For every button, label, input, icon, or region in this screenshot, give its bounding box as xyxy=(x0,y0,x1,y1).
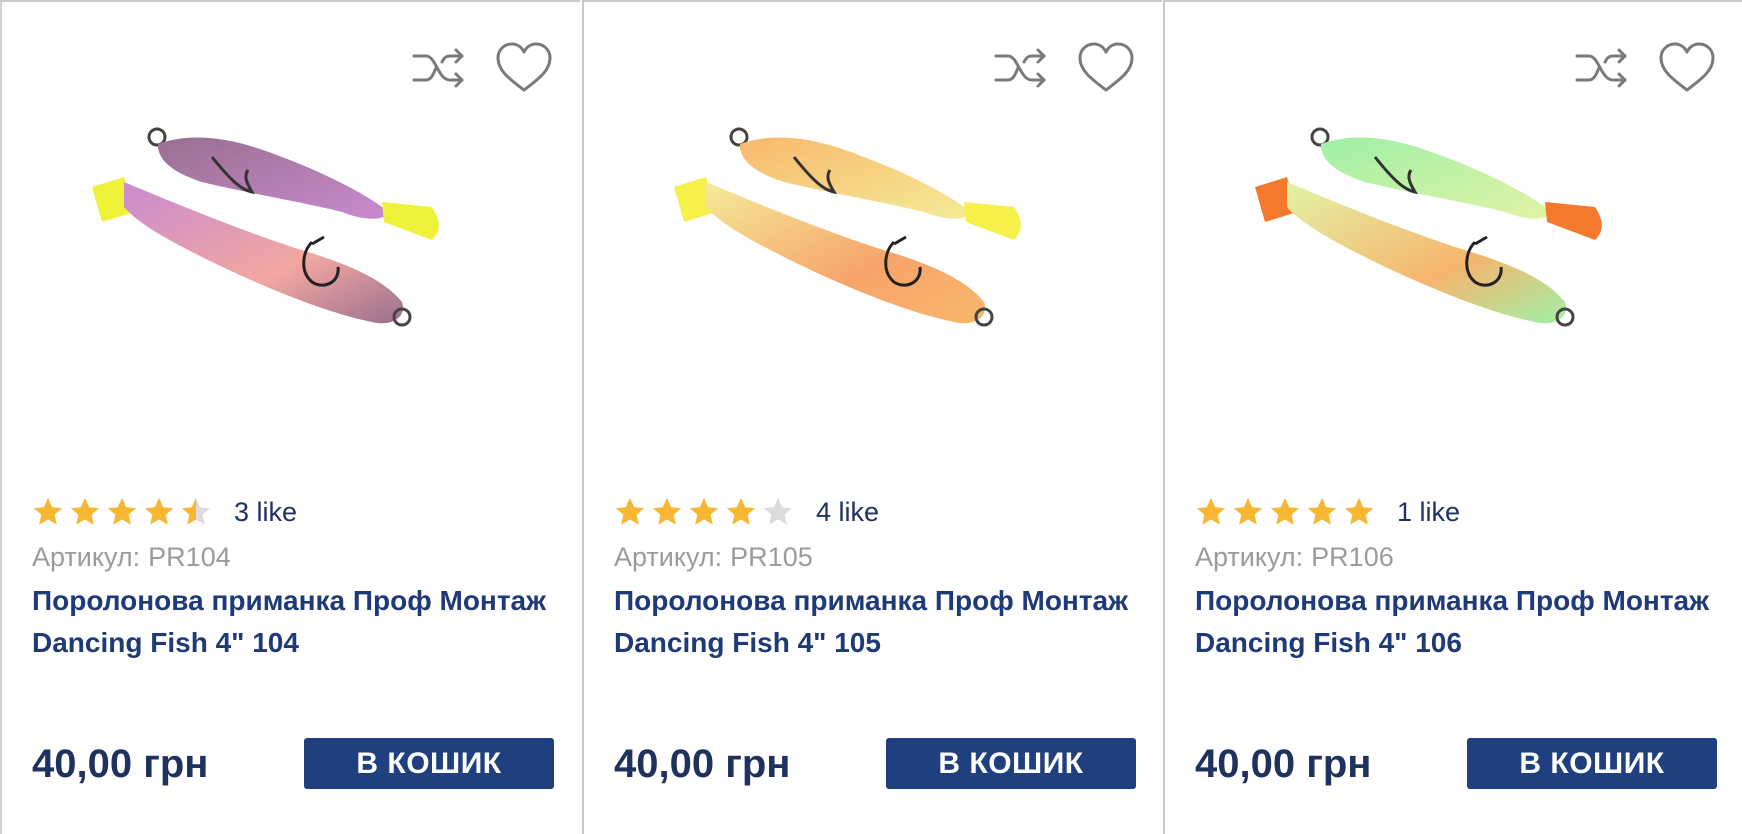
sku-value: PR104 xyxy=(148,542,231,572)
wishlist-heart-icon[interactable] xyxy=(1076,40,1136,96)
star-icon xyxy=(653,498,681,525)
lure-illustration xyxy=(1255,127,1602,327)
price: 40,00 грн xyxy=(1195,742,1372,786)
like-count: 3 like xyxy=(234,496,298,527)
star-icon xyxy=(690,498,718,525)
compare-shuffle-icon[interactable] xyxy=(992,40,1052,96)
rating-stars xyxy=(1195,496,1375,528)
star-icon xyxy=(1308,498,1336,525)
sku-label: Артикул: xyxy=(32,542,141,572)
rating-stars xyxy=(32,496,212,528)
product-image[interactable] xyxy=(62,112,522,412)
product-grid: 3 like Артикул: PR104 Поролонова приманка… xyxy=(0,0,1742,834)
star-icon xyxy=(1345,498,1373,525)
card-actions xyxy=(410,40,554,96)
rating: 4 like xyxy=(614,496,879,528)
star-icon xyxy=(71,498,99,525)
star-icon xyxy=(1271,498,1299,525)
lure-illustration xyxy=(674,127,1021,327)
product-title-link[interactable]: Поролонова приманка Проф Монтаж Dancing … xyxy=(32,580,552,664)
star-icon xyxy=(108,498,136,525)
sku: Артикул: PR106 xyxy=(1195,542,1394,573)
sku-value: PR105 xyxy=(730,542,813,572)
star-icon xyxy=(1197,498,1225,525)
wishlist-heart-icon[interactable] xyxy=(1657,40,1717,96)
rating-stars xyxy=(614,496,794,528)
product-title-link[interactable]: Поролонова приманка Проф Монтаж Dancing … xyxy=(1195,580,1715,664)
product-card: 3 like Артикул: PR104 Поролонова приманка… xyxy=(0,0,580,834)
add-to-cart-button[interactable]: В КОШИК xyxy=(304,738,554,789)
product-card: 1 like Артикул: PR106 Поролонова приманка… xyxy=(1163,0,1742,834)
sku-value: PR106 xyxy=(1311,542,1394,572)
sku: Артикул: PR104 xyxy=(32,542,231,573)
card-actions xyxy=(1573,40,1717,96)
product-title-link[interactable]: Поролонова приманка Проф Монтаж Dancing … xyxy=(614,580,1134,664)
star-icon xyxy=(182,498,210,525)
sku: Артикул: PR105 xyxy=(614,542,813,573)
wishlist-heart-icon[interactable] xyxy=(494,40,554,96)
sku-label: Артикул: xyxy=(614,542,723,572)
like-count: 1 like xyxy=(1397,496,1461,527)
card-actions xyxy=(992,40,1136,96)
add-to-cart-button[interactable]: В КОШИК xyxy=(886,738,1136,789)
like-count: 4 like xyxy=(816,496,880,527)
lure-illustration xyxy=(92,127,439,327)
rating: 1 like xyxy=(1195,496,1460,528)
star-icon xyxy=(1234,498,1262,525)
sku-label: Артикул: xyxy=(1195,542,1304,572)
star-icon xyxy=(764,498,792,525)
star-icon xyxy=(145,498,173,525)
product-card: 4 like Артикул: PR105 Поролонова приманка… xyxy=(582,0,1162,834)
star-icon xyxy=(727,498,755,525)
product-image[interactable] xyxy=(1225,112,1685,412)
price: 40,00 грн xyxy=(32,742,209,786)
star-icon xyxy=(616,498,644,525)
price: 40,00 грн xyxy=(614,742,791,786)
compare-shuffle-icon[interactable] xyxy=(1573,40,1633,96)
rating: 3 like xyxy=(32,496,297,528)
add-to-cart-button[interactable]: В КОШИК xyxy=(1467,738,1717,789)
compare-shuffle-icon[interactable] xyxy=(410,40,470,96)
product-image[interactable] xyxy=(644,112,1104,412)
star-icon xyxy=(34,498,62,525)
